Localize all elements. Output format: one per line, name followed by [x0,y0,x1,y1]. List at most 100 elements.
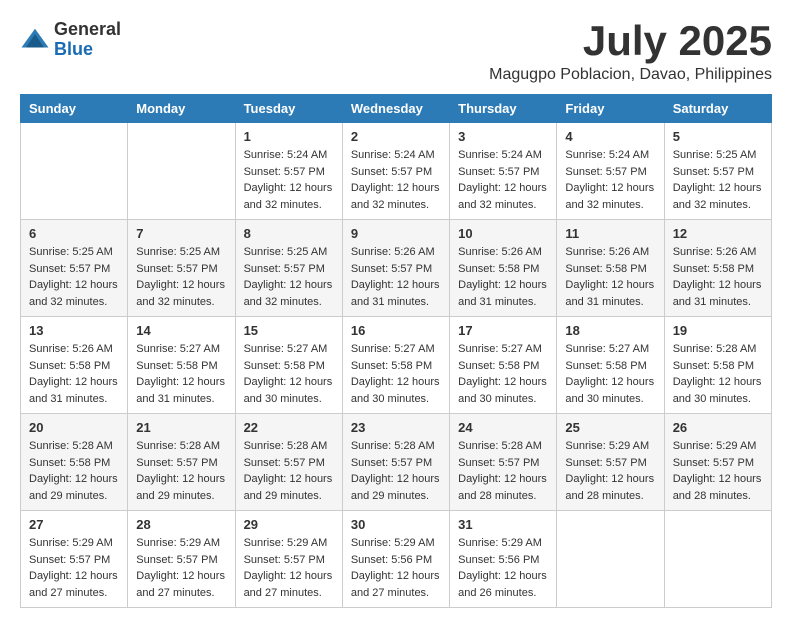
day-number: 2 [351,129,441,144]
day-info: Sunrise: 5:25 AMSunset: 5:57 PMDaylight:… [244,244,334,310]
calendar-cell: 6 Sunrise: 5:25 AMSunset: 5:57 PMDayligh… [21,220,128,317]
calendar-day-header: Friday [557,95,664,123]
day-number: 20 [29,420,119,435]
day-number: 25 [565,420,655,435]
page-header: General Blue July 2025 Magugpo Poblacion… [20,20,772,84]
day-number: 11 [565,226,655,241]
day-info: Sunrise: 5:28 AMSunset: 5:58 PMDaylight:… [29,438,119,504]
day-number: 17 [458,323,548,338]
day-number: 3 [458,129,548,144]
day-number: 22 [244,420,334,435]
day-info: Sunrise: 5:29 AMSunset: 5:56 PMDaylight:… [458,535,548,601]
calendar-cell: 22 Sunrise: 5:28 AMSunset: 5:57 PMDaylig… [235,414,342,511]
calendar-cell: 28 Sunrise: 5:29 AMSunset: 5:57 PMDaylig… [128,511,235,608]
day-info: Sunrise: 5:27 AMSunset: 5:58 PMDaylight:… [458,341,548,407]
calendar-cell: 30 Sunrise: 5:29 AMSunset: 5:56 PMDaylig… [342,511,449,608]
calendar-cell: 3 Sunrise: 5:24 AMSunset: 5:57 PMDayligh… [450,123,557,220]
logo: General Blue [20,20,121,60]
month-title: July 2025 [489,20,772,62]
calendar-cell: 13 Sunrise: 5:26 AMSunset: 5:58 PMDaylig… [21,317,128,414]
day-info: Sunrise: 5:28 AMSunset: 5:57 PMDaylight:… [458,438,548,504]
calendar-cell: 16 Sunrise: 5:27 AMSunset: 5:58 PMDaylig… [342,317,449,414]
calendar-cell: 26 Sunrise: 5:29 AMSunset: 5:57 PMDaylig… [664,414,771,511]
calendar-cell: 2 Sunrise: 5:24 AMSunset: 5:57 PMDayligh… [342,123,449,220]
calendar-week-row: 20 Sunrise: 5:28 AMSunset: 5:58 PMDaylig… [21,414,772,511]
day-number: 7 [136,226,226,241]
calendar-table: SundayMondayTuesdayWednesdayThursdayFrid… [20,94,772,608]
calendar-cell: 21 Sunrise: 5:28 AMSunset: 5:57 PMDaylig… [128,414,235,511]
day-number: 1 [244,129,334,144]
day-info: Sunrise: 5:26 AMSunset: 5:57 PMDaylight:… [351,244,441,310]
calendar-cell: 5 Sunrise: 5:25 AMSunset: 5:57 PMDayligh… [664,123,771,220]
calendar-cell: 18 Sunrise: 5:27 AMSunset: 5:58 PMDaylig… [557,317,664,414]
day-info: Sunrise: 5:29 AMSunset: 5:57 PMDaylight:… [673,438,763,504]
calendar-cell: 4 Sunrise: 5:24 AMSunset: 5:57 PMDayligh… [557,123,664,220]
day-number: 27 [29,517,119,532]
calendar-week-row: 13 Sunrise: 5:26 AMSunset: 5:58 PMDaylig… [21,317,772,414]
logo-blue: Blue [54,40,121,60]
day-info: Sunrise: 5:29 AMSunset: 5:57 PMDaylight:… [136,535,226,601]
day-number: 21 [136,420,226,435]
day-number: 18 [565,323,655,338]
calendar-day-header: Sunday [21,95,128,123]
day-number: 12 [673,226,763,241]
day-number: 28 [136,517,226,532]
day-info: Sunrise: 5:25 AMSunset: 5:57 PMDaylight:… [673,147,763,213]
calendar-week-row: 27 Sunrise: 5:29 AMSunset: 5:57 PMDaylig… [21,511,772,608]
calendar-week-row: 1 Sunrise: 5:24 AMSunset: 5:57 PMDayligh… [21,123,772,220]
day-info: Sunrise: 5:26 AMSunset: 5:58 PMDaylight:… [673,244,763,310]
calendar-cell: 19 Sunrise: 5:28 AMSunset: 5:58 PMDaylig… [664,317,771,414]
calendar-cell [557,511,664,608]
calendar-cell: 25 Sunrise: 5:29 AMSunset: 5:57 PMDaylig… [557,414,664,511]
calendar-cell: 1 Sunrise: 5:24 AMSunset: 5:57 PMDayligh… [235,123,342,220]
calendar-day-header: Monday [128,95,235,123]
calendar-cell: 11 Sunrise: 5:26 AMSunset: 5:58 PMDaylig… [557,220,664,317]
day-number: 26 [673,420,763,435]
day-number: 23 [351,420,441,435]
calendar-cell: 31 Sunrise: 5:29 AMSunset: 5:56 PMDaylig… [450,511,557,608]
calendar-cell [664,511,771,608]
calendar-cell: 15 Sunrise: 5:27 AMSunset: 5:58 PMDaylig… [235,317,342,414]
day-info: Sunrise: 5:27 AMSunset: 5:58 PMDaylight:… [565,341,655,407]
day-info: Sunrise: 5:24 AMSunset: 5:57 PMDaylight:… [458,147,548,213]
calendar-cell: 23 Sunrise: 5:28 AMSunset: 5:57 PMDaylig… [342,414,449,511]
calendar-cell: 17 Sunrise: 5:27 AMSunset: 5:58 PMDaylig… [450,317,557,414]
calendar-week-row: 6 Sunrise: 5:25 AMSunset: 5:57 PMDayligh… [21,220,772,317]
day-info: Sunrise: 5:27 AMSunset: 5:58 PMDaylight:… [244,341,334,407]
day-number: 16 [351,323,441,338]
day-info: Sunrise: 5:24 AMSunset: 5:57 PMDaylight:… [351,147,441,213]
calendar-day-header: Tuesday [235,95,342,123]
calendar-cell: 12 Sunrise: 5:26 AMSunset: 5:58 PMDaylig… [664,220,771,317]
day-number: 15 [244,323,334,338]
calendar-cell: 7 Sunrise: 5:25 AMSunset: 5:57 PMDayligh… [128,220,235,317]
calendar-cell: 20 Sunrise: 5:28 AMSunset: 5:58 PMDaylig… [21,414,128,511]
calendar-day-header: Thursday [450,95,557,123]
calendar-cell: 27 Sunrise: 5:29 AMSunset: 5:57 PMDaylig… [21,511,128,608]
day-number: 19 [673,323,763,338]
day-info: Sunrise: 5:25 AMSunset: 5:57 PMDaylight:… [29,244,119,310]
day-info: Sunrise: 5:29 AMSunset: 5:57 PMDaylight:… [565,438,655,504]
calendar-cell: 29 Sunrise: 5:29 AMSunset: 5:57 PMDaylig… [235,511,342,608]
calendar-cell [21,123,128,220]
day-info: Sunrise: 5:26 AMSunset: 5:58 PMDaylight:… [565,244,655,310]
day-info: Sunrise: 5:25 AMSunset: 5:57 PMDaylight:… [136,244,226,310]
day-number: 5 [673,129,763,144]
day-number: 29 [244,517,334,532]
day-info: Sunrise: 5:28 AMSunset: 5:57 PMDaylight:… [244,438,334,504]
day-info: Sunrise: 5:27 AMSunset: 5:58 PMDaylight:… [351,341,441,407]
day-number: 24 [458,420,548,435]
day-info: Sunrise: 5:26 AMSunset: 5:58 PMDaylight:… [458,244,548,310]
logo-general: General [54,20,121,40]
calendar-day-header: Saturday [664,95,771,123]
calendar-cell: 9 Sunrise: 5:26 AMSunset: 5:57 PMDayligh… [342,220,449,317]
title-section: July 2025 Magugpo Poblacion, Davao, Phil… [489,20,772,84]
day-info: Sunrise: 5:29 AMSunset: 5:56 PMDaylight:… [351,535,441,601]
day-number: 6 [29,226,119,241]
day-number: 9 [351,226,441,241]
logo-text: General Blue [54,20,121,60]
day-info: Sunrise: 5:29 AMSunset: 5:57 PMDaylight:… [244,535,334,601]
day-number: 10 [458,226,548,241]
day-info: Sunrise: 5:24 AMSunset: 5:57 PMDaylight:… [565,147,655,213]
calendar-cell: 10 Sunrise: 5:26 AMSunset: 5:58 PMDaylig… [450,220,557,317]
calendar-cell: 24 Sunrise: 5:28 AMSunset: 5:57 PMDaylig… [450,414,557,511]
